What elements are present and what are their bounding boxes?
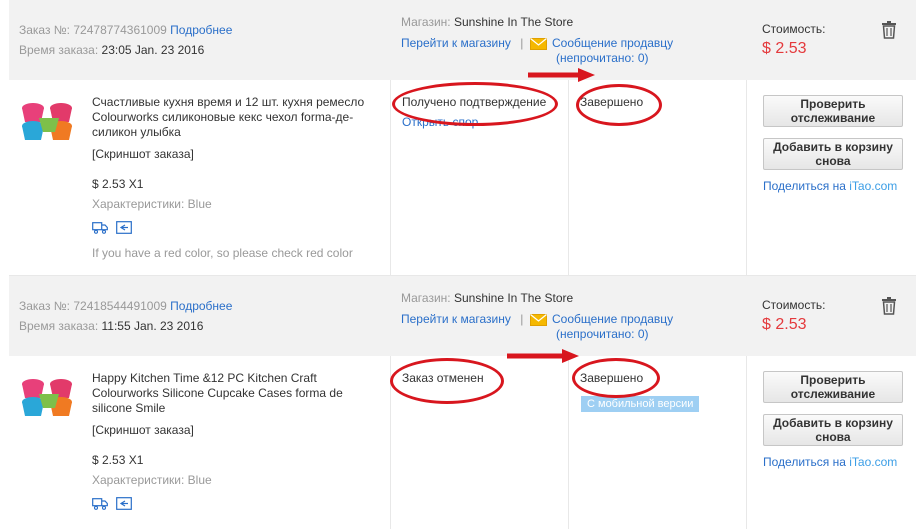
envelope-icon bbox=[530, 38, 547, 50]
message-seller-link[interactable]: Сообщение продавцу bbox=[552, 312, 673, 326]
order-number-label: Заказ №: bbox=[19, 23, 71, 37]
order-header: Заказ №: 72418544491009 Подробнее Время … bbox=[9, 276, 916, 356]
store-name: Sunshine In The Store bbox=[453, 15, 574, 29]
characteristics-label: Характеристики: bbox=[92, 197, 185, 211]
unread-count[interactable]: (непрочитано: 0) bbox=[556, 327, 649, 341]
add-to-cart-again-button[interactable]: Добавить в корзину снова bbox=[763, 138, 903, 170]
annotation-oval bbox=[390, 358, 504, 404]
screenshot-link[interactable]: [Скриншот заказа] bbox=[92, 423, 194, 437]
share-row: Поделиться на iTao.com bbox=[763, 179, 897, 193]
mobile-version-badge: С мобильной версии bbox=[581, 396, 700, 412]
trash-icon[interactable] bbox=[881, 21, 897, 39]
order-number-label: Заказ №: bbox=[19, 299, 71, 313]
order-time-row: Время заказа: 23:05 Jan. 23 2016 bbox=[19, 43, 204, 57]
go-to-store-link[interactable]: Перейти к магазину bbox=[401, 312, 511, 326]
buyer-note: If you have a red color, so please check… bbox=[92, 246, 353, 260]
order-header: Заказ №: 72478774361009 Подробнее Время … bbox=[9, 0, 916, 80]
share-link[interactable]: Поделиться на bbox=[763, 455, 849, 469]
store-actions-row: Перейти к магазину | bbox=[401, 312, 529, 326]
go-to-store-link[interactable]: Перейти к магазину bbox=[401, 36, 511, 50]
order-cost: $ 2.53 bbox=[762, 316, 807, 333]
trash-icon[interactable] bbox=[881, 297, 897, 315]
order-details-link[interactable]: Подробнее bbox=[170, 299, 232, 313]
track-shipment-button[interactable]: Проверить отслеживание bbox=[763, 371, 903, 403]
separator: | bbox=[520, 312, 524, 326]
store-row: Магазин: Sunshine In The Store bbox=[401, 291, 573, 305]
order-time: 11:55 Jan. 23 2016 bbox=[101, 319, 204, 333]
share-row: Поделиться на iTao.com bbox=[763, 455, 897, 469]
order-time-label: Время заказа: bbox=[19, 43, 99, 57]
cost-label: Стоимость: bbox=[762, 298, 826, 312]
arrow-right-icon bbox=[528, 68, 595, 82]
annotation-oval bbox=[576, 84, 662, 126]
share-link[interactable]: Поделиться на bbox=[763, 179, 849, 193]
share-site[interactable]: iTao.com bbox=[849, 455, 897, 469]
cost-label: Стоимость: bbox=[762, 22, 826, 36]
order-details-link[interactable]: Подробнее bbox=[170, 23, 232, 37]
product-thumbnail[interactable] bbox=[19, 100, 79, 150]
product-title[interactable]: Счастливые кухня время и 12 шт. кухня ре… bbox=[92, 95, 377, 140]
message-seller-link[interactable]: Сообщение продавцу bbox=[552, 36, 673, 50]
order-number: 72478774361009 bbox=[73, 23, 167, 37]
store-label: Магазин: bbox=[401, 291, 451, 305]
arrow-right-icon bbox=[507, 349, 579, 363]
product-thumbnail[interactable] bbox=[19, 376, 79, 426]
order-time-row: Время заказа: 11:55 Jan. 23 2016 bbox=[19, 319, 203, 333]
add-to-cart-again-button[interactable]: Добавить в корзину снова bbox=[763, 414, 903, 446]
store-actions-row: Перейти к магазину | bbox=[401, 36, 529, 50]
price-qty: $ 2.53 X1 bbox=[92, 453, 144, 467]
receipt-icon[interactable] bbox=[116, 221, 132, 234]
envelope-icon bbox=[530, 314, 547, 326]
price-qty: $ 2.53 X1 bbox=[92, 177, 144, 191]
order-number: 72418544491009 bbox=[73, 299, 167, 313]
characteristics-row: Характеристики: Blue bbox=[92, 473, 212, 487]
store-name: Sunshine In The Store bbox=[453, 291, 574, 305]
unread-count[interactable]: (непрочитано: 0) bbox=[556, 51, 649, 65]
order-cost: $ 2.53 bbox=[762, 40, 807, 57]
order-card: Заказ №: 72478774361009 Подробнее Время … bbox=[9, 0, 916, 276]
characteristics-value: Blue bbox=[187, 197, 212, 211]
track-shipment-button[interactable]: Проверить отслеживание bbox=[763, 95, 903, 127]
order-time-label: Время заказа: bbox=[19, 319, 99, 333]
order-time: 23:05 Jan. 23 2016 bbox=[101, 43, 205, 57]
order-number-row: Заказ №: 72478774361009 Подробнее bbox=[19, 23, 232, 37]
truck-icon[interactable] bbox=[92, 497, 108, 510]
truck-icon[interactable] bbox=[92, 221, 108, 234]
receipt-icon[interactable] bbox=[116, 497, 132, 510]
characteristics-value: Blue bbox=[187, 473, 212, 487]
annotation-oval bbox=[572, 358, 660, 398]
annotation-oval bbox=[392, 82, 558, 126]
share-site[interactable]: iTao.com bbox=[849, 179, 897, 193]
order-number-row: Заказ №: 72418544491009 Подробнее bbox=[19, 299, 232, 313]
store-label: Магазин: bbox=[401, 15, 451, 29]
characteristics-label: Характеристики: bbox=[92, 473, 185, 487]
product-title[interactable]: Happy Kitchen Time &12 PC Kitchen Craft … bbox=[92, 371, 377, 416]
store-row: Магазин: Sunshine In The Store bbox=[401, 15, 573, 29]
screenshot-link[interactable]: [Скриншот заказа] bbox=[92, 147, 194, 161]
characteristics-row: Характеристики: Blue bbox=[92, 197, 212, 211]
separator: | bbox=[520, 36, 524, 50]
